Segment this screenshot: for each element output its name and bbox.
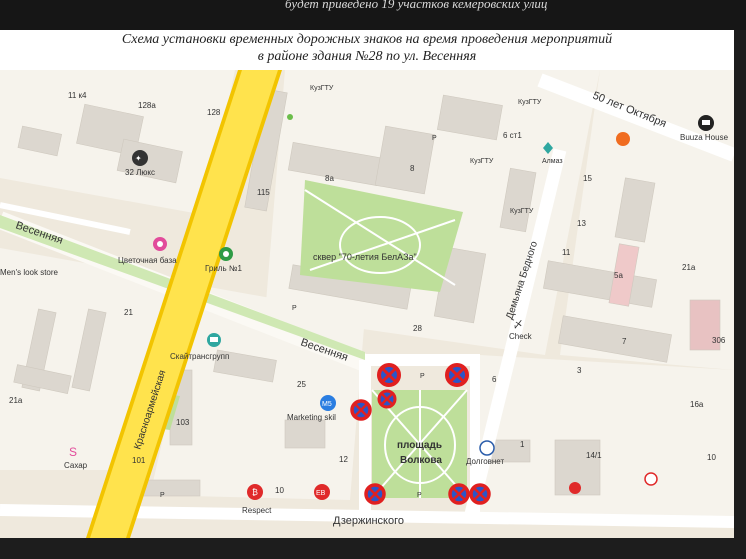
svg-text:〆: 〆 xyxy=(513,320,523,331)
no-parking-sign-icon xyxy=(445,363,469,387)
place-label-volkova-2: Волкова xyxy=(400,455,442,466)
pin-icon[interactable] xyxy=(287,114,293,120)
house-128: 128 xyxy=(207,108,221,117)
orange-poi-icon[interactable] xyxy=(616,132,630,146)
parking-icon: P xyxy=(292,305,297,312)
house-11k4: 11 к4 xyxy=(68,91,87,100)
scheme-title: Схема установки временных дорожных знако… xyxy=(0,30,734,70)
house-101: 101 xyxy=(132,456,146,465)
parking-icon: P xyxy=(420,373,425,380)
place-label-check: Check xyxy=(509,332,533,341)
house-1: 1 xyxy=(520,440,525,449)
no-parking-sign-icon xyxy=(448,483,470,505)
lux-icon[interactable]: ✦ xyxy=(132,150,148,166)
svg-text:✦: ✦ xyxy=(135,154,142,163)
place-label-lux: 32 Люкс xyxy=(125,168,155,177)
house-8: 8 xyxy=(410,164,415,173)
house-115: 115 xyxy=(257,188,270,197)
house-16a: 16а xyxy=(690,400,704,409)
house-25: 25 xyxy=(297,380,306,389)
house-8a: 8а xyxy=(325,174,334,183)
city-map: Весенняя Весенняя Красноармейская 50 лет… xyxy=(0,70,734,538)
house-12: 12 xyxy=(339,455,348,464)
place-label-buuza: Buuza House xyxy=(680,133,729,142)
house-15: 15 xyxy=(583,174,592,183)
right-red-icon[interactable] xyxy=(569,482,581,494)
place-label-kuzgtu-2: КузГТУ xyxy=(518,99,542,106)
flower-icon[interactable] xyxy=(153,237,167,251)
house-7: 7 xyxy=(622,337,627,346)
place-label-grill: Гриль №1 xyxy=(205,264,242,273)
house-128a: 128а xyxy=(138,101,156,110)
metro-m5-icon[interactable]: M5 xyxy=(320,395,336,411)
place-label-marketing: Marketing skil xyxy=(287,413,336,422)
house-10-right: 10 xyxy=(707,453,716,462)
house-13: 13 xyxy=(577,219,586,228)
dolgovnet-icon[interactable] xyxy=(479,440,495,456)
house-21: 21 xyxy=(124,308,133,317)
no-parking-sign-icon xyxy=(377,389,397,409)
house-14-1: 14/1 xyxy=(586,451,602,460)
house-10: 10 xyxy=(275,486,284,495)
place-label-flower-base: Цветочная база xyxy=(118,256,177,265)
svg-text:S: S xyxy=(69,445,77,459)
parking-icon: P xyxy=(417,492,422,499)
title-line-1: Схема установки временных дорожных знако… xyxy=(121,32,613,47)
parking-icon: P xyxy=(432,135,437,142)
no-parking-sign-icon xyxy=(364,483,386,505)
top-background-strip: будет приведено 19 участков кемеровских … xyxy=(0,0,746,30)
house-5a: 5а xyxy=(614,271,623,280)
house-6st1: 6 ст1 xyxy=(503,131,522,140)
place-label-kuzgtu-1: КузГТУ xyxy=(310,85,334,92)
bottom-dark-border xyxy=(0,538,746,559)
buuza-icon[interactable] xyxy=(698,115,714,131)
house-6: 6 xyxy=(492,375,497,384)
house-306: 306 xyxy=(712,336,726,345)
place-label-respect: Respect xyxy=(242,506,272,515)
no-parking-sign-icon xyxy=(469,483,491,505)
svg-text:EB: EB xyxy=(316,490,326,497)
top-text-fragment: будет приведено 19 участков кемеровских … xyxy=(285,0,548,11)
respect-icon[interactable]: ₿ xyxy=(247,484,263,500)
title-line-2: в районе здания №28 по ул. Весенняя xyxy=(257,49,477,64)
right-dark-border xyxy=(734,30,746,559)
skytrans-icon[interactable] xyxy=(207,333,221,347)
place-label-square-park: сквер "70-летия БелАЗа" xyxy=(313,252,417,262)
place-label-volkova-1: площадь xyxy=(397,440,442,451)
house-3: 3 xyxy=(577,366,582,375)
place-label-mens-look: Men's look store xyxy=(0,268,59,277)
grill-icon[interactable] xyxy=(219,247,233,261)
red-k-icon[interactable] xyxy=(644,472,658,486)
check-icon[interactable]: 〆 xyxy=(513,320,523,331)
place-label-kuzgtu-3: КузГТУ xyxy=(470,158,494,165)
no-parking-sign-icon xyxy=(377,363,401,387)
no-parking-sign-icon xyxy=(350,399,372,421)
parking-icon: P xyxy=(160,492,165,499)
place-label-kuzgtu-4: КузГТУ xyxy=(510,208,534,215)
place-label-skytrans: Скайтрансгрупп xyxy=(170,352,229,361)
sahar-icon[interactable]: S xyxy=(69,445,77,459)
house-103: 103 xyxy=(176,418,190,427)
house-11: 11 xyxy=(562,248,571,257)
svg-text:₿: ₿ xyxy=(252,488,258,497)
place-label-dolgovnet: Долговнет xyxy=(466,457,504,466)
red-badge-icon[interactable]: EB xyxy=(314,484,330,500)
house-28: 28 xyxy=(413,324,422,333)
house-21a-left: 21а xyxy=(9,396,23,405)
house-21a-right: 21а xyxy=(682,263,696,272)
svg-text:M5: M5 xyxy=(322,401,332,408)
place-label-sahar: Сахар xyxy=(64,461,88,470)
place-label-almaz: Алмаз xyxy=(542,158,563,165)
map-screenshot: будет приведено 19 участков кемеровских … xyxy=(0,0,746,559)
street-label-dzerzhinskogo: Дзержинского xyxy=(333,515,404,527)
